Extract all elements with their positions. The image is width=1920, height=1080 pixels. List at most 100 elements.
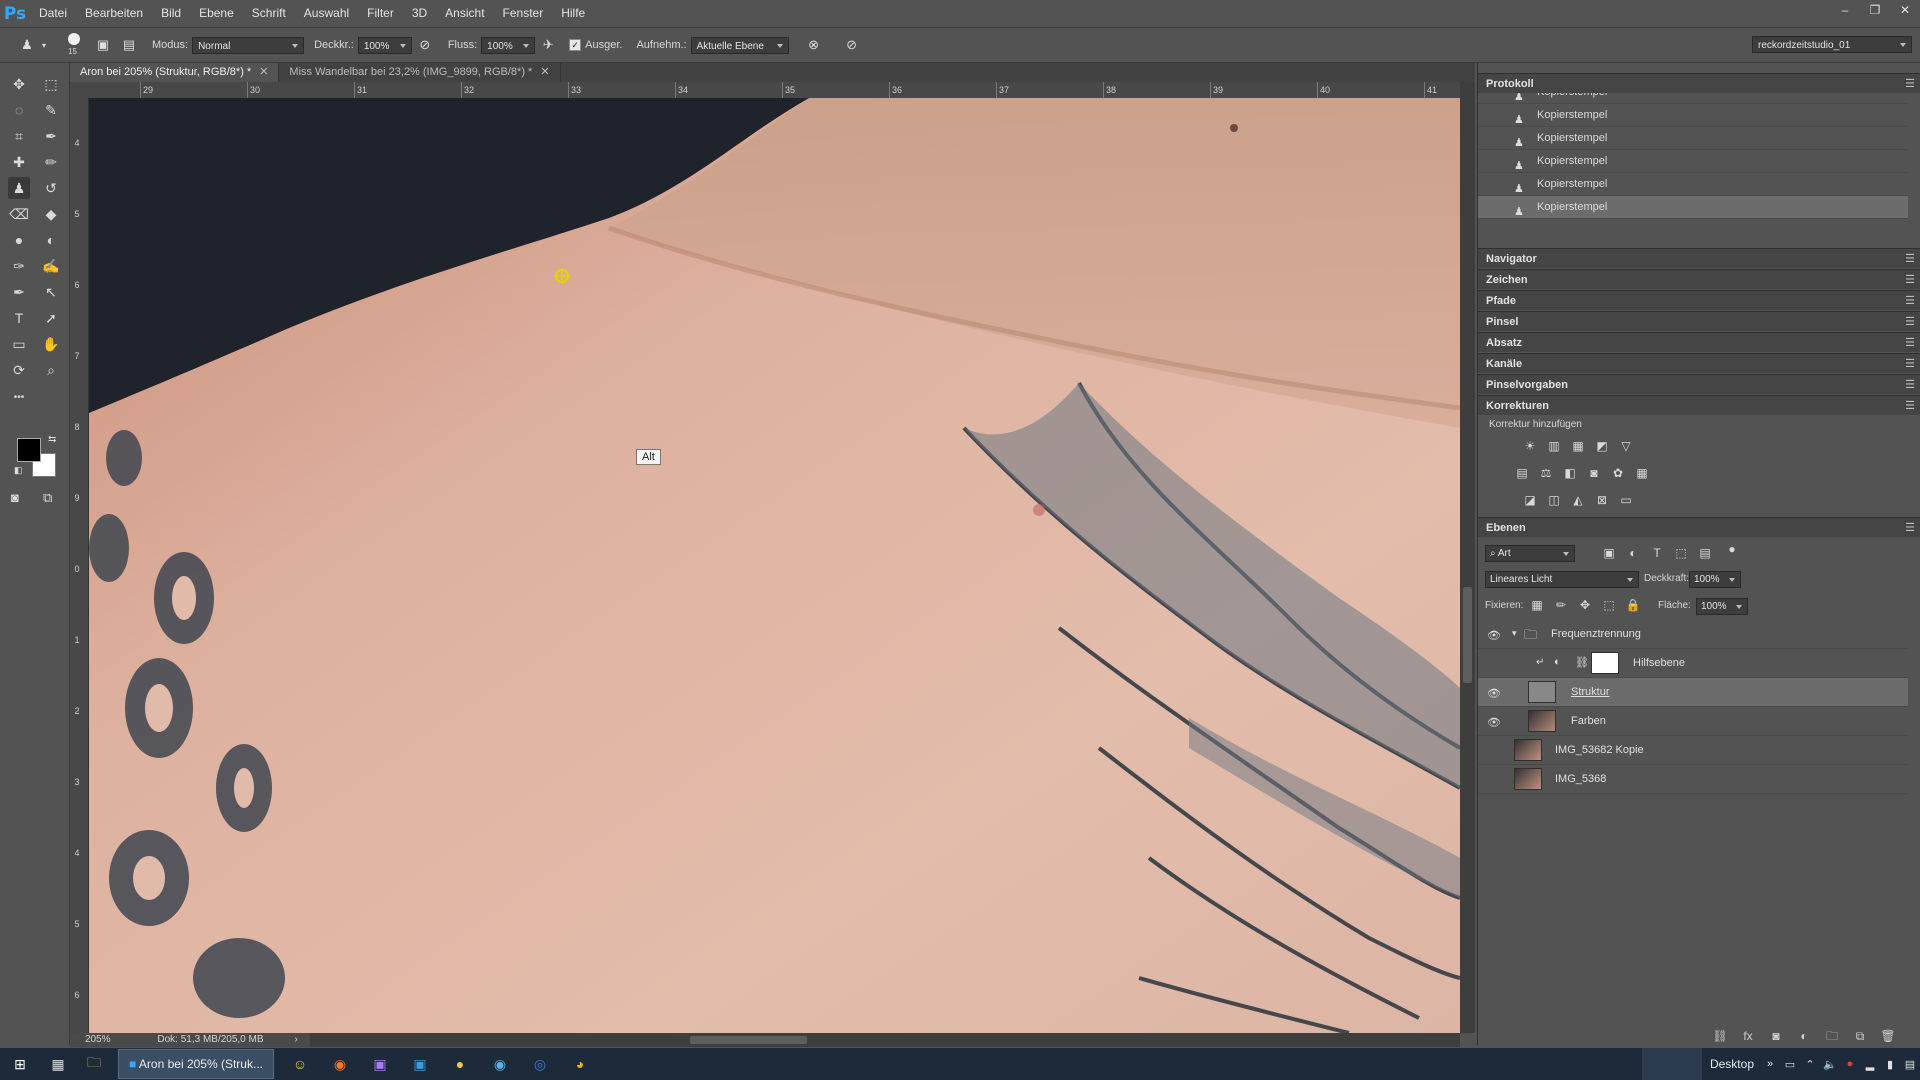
fill-select[interactable]: 100% xyxy=(1696,598,1748,615)
lock-pixels-icon[interactable]: ✏ xyxy=(1553,597,1569,613)
history-item[interactable]: ♟Kopierstempel xyxy=(1478,104,1908,127)
windows-start-icon[interactable]: ⊞ xyxy=(0,1048,40,1080)
task-view-icon[interactable]: ▦ xyxy=(40,1048,76,1080)
menu-3d[interactable]: 3D xyxy=(403,0,436,27)
panel-menu-icon[interactable]: ☰ xyxy=(1905,291,1915,311)
add-mask-icon[interactable]: ◙ xyxy=(1767,1027,1785,1045)
app-icon-1[interactable]: ☺ xyxy=(280,1048,320,1080)
network-icon[interactable]: ▭ xyxy=(1780,1058,1800,1071)
filter-toggle-icon[interactable]: ● xyxy=(1724,541,1740,557)
brush-presets-panel-header[interactable]: Pinselvorgaben ☰ xyxy=(1478,374,1920,394)
layer-img-53682-kopie[interactable]: IMG_53682 Kopie xyxy=(1478,736,1908,765)
lock-position-icon[interactable]: ✥ xyxy=(1577,597,1593,613)
selective-color-icon[interactable]: ⊠ xyxy=(1594,492,1610,508)
pressure-size-icon[interactable]: ⊘ xyxy=(843,36,861,54)
exposure-icon[interactable]: ◩ xyxy=(1594,438,1610,454)
layers-panel-header[interactable]: Ebenen ☰ xyxy=(1478,517,1920,537)
menu-ansicht[interactable]: Ansicht xyxy=(436,0,493,27)
layer-mask-thumbnail[interactable] xyxy=(1591,652,1619,674)
navigator-panel-header[interactable]: Navigator ☰ xyxy=(1478,248,1920,268)
color-lookup-icon[interactable]: ▦ xyxy=(1634,465,1650,481)
brush-panel-header[interactable]: Pinsel ☰ xyxy=(1478,311,1920,331)
ignore-adjustment-icon[interactable]: ⊗ xyxy=(805,36,823,54)
menu-fenster[interactable]: Fenster xyxy=(494,0,553,27)
lasso-tool-button[interactable]: ◌ xyxy=(8,99,30,121)
eye-icon[interactable]: 👁 xyxy=(1487,716,1501,729)
foreground-color-front[interactable] xyxy=(17,438,41,462)
menu-bearbeiten[interactable]: Bearbeiten xyxy=(76,0,152,27)
tab-miss-wandelbar[interactable]: Miss Wandelbar bei 23,2% (IMG_9899, RGB/… xyxy=(279,63,561,82)
default-colors-icon[interactable]: ◧ xyxy=(14,465,23,476)
panel-menu-icon[interactable]: ☰ xyxy=(1905,354,1915,374)
adobe-icon[interactable]: ● xyxy=(1840,1058,1860,1070)
close-icon[interactable]: ✕ xyxy=(259,66,268,78)
black-white-icon[interactable]: ◧ xyxy=(1562,465,1578,481)
panel-menu-icon[interactable]: ☰ xyxy=(1905,270,1915,290)
panel-menu-icon[interactable]: ☰ xyxy=(1905,74,1915,94)
clone-stamp-preset-icon[interactable]: ♟ xyxy=(18,36,36,54)
image-canvas[interactable]: Alt xyxy=(89,98,1460,1033)
eraser-tool-button[interactable]: ⌫ xyxy=(8,203,30,225)
clone-stamp-tool-button[interactable]: ♟ xyxy=(8,177,30,199)
lock-all-icon[interactable]: 🔒 xyxy=(1625,597,1641,613)
pen-tool-2-button[interactable]: ✒ xyxy=(8,281,30,303)
channels-panel-header[interactable]: Kanäle ☰ xyxy=(1478,353,1920,373)
marquee-tool-button[interactable]: ⬚ xyxy=(40,73,62,95)
lock-artboard-icon[interactable]: ⬚ xyxy=(1601,597,1617,613)
clone-source-icon[interactable]: ▤ xyxy=(120,36,138,54)
layer-group-frequenztrennung[interactable]: 👁 ▾ 🗀 Frequenztrennung xyxy=(1478,620,1908,649)
history-item-selected[interactable]: ♟ Kopierstempel xyxy=(1478,196,1908,219)
adjustments-panel-header[interactable]: Korrekturen ☰ xyxy=(1478,395,1920,415)
trash-icon[interactable]: 🗑 xyxy=(1879,1027,1897,1045)
menu-datei[interactable]: Datei xyxy=(30,0,76,27)
history-item[interactable]: ♟Kopierstempel xyxy=(1478,93,1908,104)
menu-hilfe[interactable]: Hilfe xyxy=(552,0,594,27)
link-icon[interactable]: ⛓ xyxy=(1575,656,1589,669)
layer-opacity-select[interactable]: 100% xyxy=(1689,571,1741,588)
rotate-view-tool-button[interactable]: ⟳ xyxy=(8,359,30,381)
dodge-tool-button[interactable]: ◐ xyxy=(40,229,62,251)
menu-auswahl[interactable]: Auswahl xyxy=(295,0,358,27)
firefox-icon[interactable]: ◉ xyxy=(320,1048,360,1080)
panel-menu-icon[interactable]: ☰ xyxy=(1905,312,1915,332)
quick-select-tool-button[interactable]: ✎ xyxy=(40,99,62,121)
history-item[interactable]: ♟Kopierstempel xyxy=(1478,150,1908,173)
workspace-select[interactable]: reckordzeitstudio_01 xyxy=(1752,36,1912,53)
path-select-tool-button[interactable]: ↖ xyxy=(40,281,62,303)
threshold-icon[interactable]: ◭ xyxy=(1570,492,1586,508)
panel-menu-icon[interactable]: ☰ xyxy=(1905,396,1915,416)
horizontal-scroll-thumb[interactable] xyxy=(690,1036,807,1044)
panel-menu-icon[interactable]: ☰ xyxy=(1905,249,1915,269)
history-item[interactable]: ♟Kopierstempel xyxy=(1478,127,1908,150)
lightroom-icon[interactable]: ▣ xyxy=(400,1048,440,1080)
eyedropper-tool-button[interactable]: ✒ xyxy=(40,125,62,147)
eye-icon[interactable]: 👁 xyxy=(1487,629,1501,642)
blur-tool-button[interactable]: ● xyxy=(8,229,30,251)
new-layer-icon[interactable]: ⧉ xyxy=(1851,1027,1869,1045)
invert-icon[interactable]: ◪ xyxy=(1522,492,1538,508)
gradient-map-icon[interactable]: ▭ xyxy=(1618,492,1634,508)
layer-struktur[interactable]: 👁 Struktur xyxy=(1478,678,1908,707)
filter-pixel-icon[interactable]: ▣ xyxy=(1601,545,1617,561)
channel-mixer-icon[interactable]: ✿ xyxy=(1610,465,1626,481)
paragraph-panel-header[interactable]: Absatz ☰ xyxy=(1478,332,1920,352)
mode-select[interactable]: Normal xyxy=(192,36,305,54)
vertical-scroll-thumb[interactable] xyxy=(1463,587,1472,683)
close-icon[interactable]: ✕ xyxy=(540,66,549,78)
eye-icon[interactable]: 👁 xyxy=(1487,687,1501,700)
sample-select[interactable]: Aktuelle Ebene xyxy=(690,36,789,54)
up-arrow-icon[interactable]: ⌃ xyxy=(1800,1058,1820,1071)
rectangle-tool-button[interactable]: ▭ xyxy=(8,333,30,355)
levels-icon[interactable]: ▥ xyxy=(1546,438,1562,454)
tab-aron[interactable]: Aron bei 205% (Struktur, RGB/8*) * ✕ xyxy=(70,63,280,82)
brush-panel-icon[interactable]: ▣ xyxy=(94,36,112,54)
history-item[interactable]: ♟Kopierstempel xyxy=(1478,173,1908,196)
aligned-checkbox[interactable]: ✓ xyxy=(569,39,582,51)
link-layers-icon[interactable]: ⛓ xyxy=(1711,1027,1729,1045)
notification-icon[interactable]: ▤ xyxy=(1900,1058,1920,1071)
menu-bild[interactable]: Bild xyxy=(152,0,190,27)
character-panel-header[interactable]: Zeichen ☰ xyxy=(1478,269,1920,289)
screen-mode-icon[interactable]: ⧉ xyxy=(43,490,52,506)
layer-filter-select[interactable]: ⌕ Art xyxy=(1485,545,1575,562)
premiere-icon[interactable]: ▣ xyxy=(360,1048,400,1080)
